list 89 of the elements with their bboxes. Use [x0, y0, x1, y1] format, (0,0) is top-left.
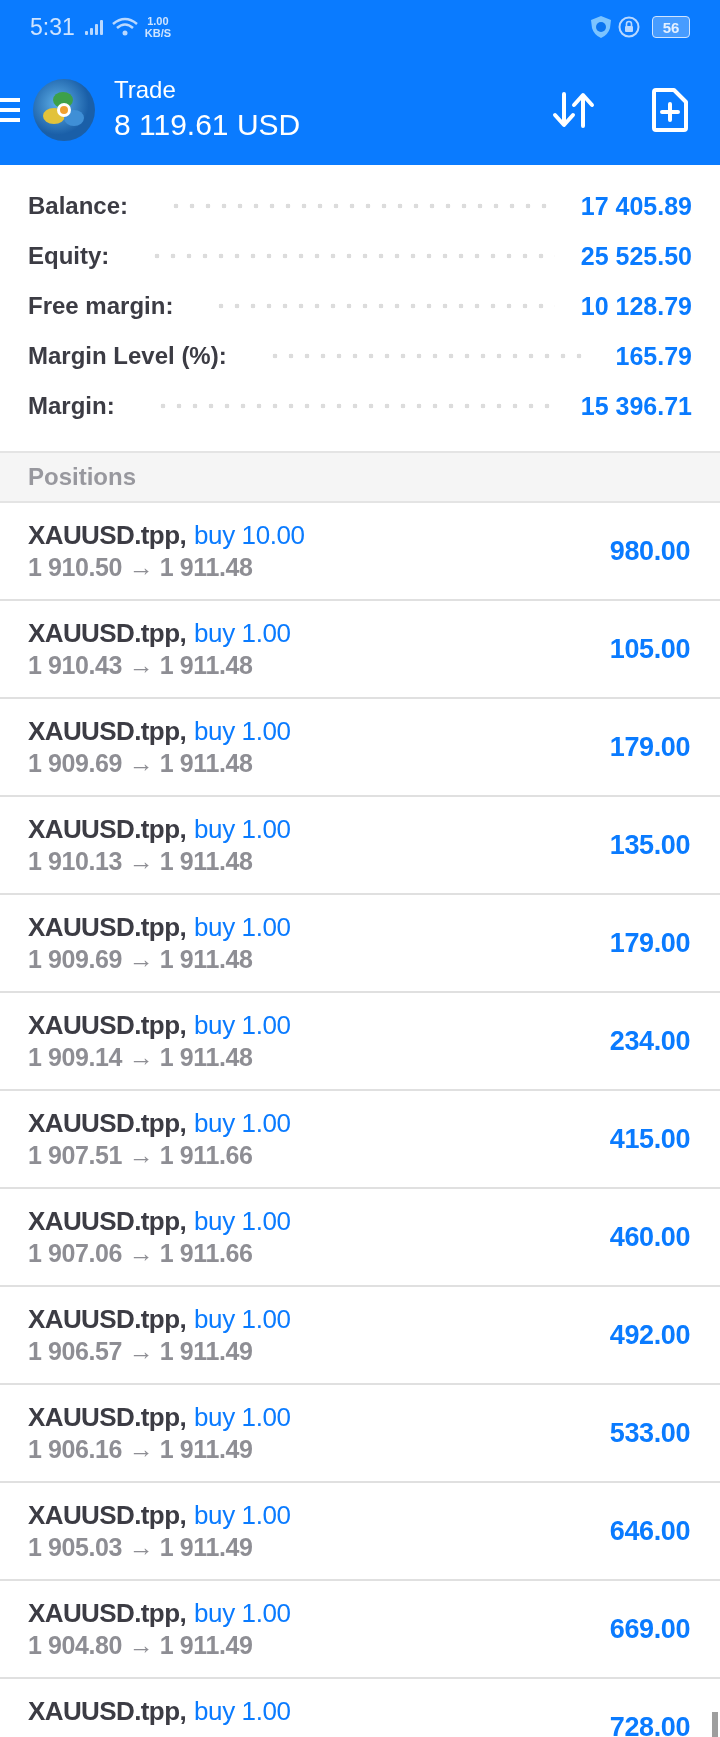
profit-value: 460.00 — [609, 1221, 690, 1253]
shield-icon — [590, 15, 612, 39]
scrollbar-icon — [712, 1712, 718, 1737]
symbol-name: XAUUSD.tpp, — [28, 1108, 187, 1139]
profit-value: 234.00 — [609, 1025, 690, 1057]
position-row[interactable]: XAUUSD.tpp, buy 1.00 1 906.57 → 1 911.49 492.00 — [0, 1287, 720, 1385]
order-type: buy 1.00 — [194, 1598, 291, 1629]
battery-icon: 56 — [652, 16, 690, 38]
position-row[interactable]: XAUUSD.tpp, buy 10.00 1 910.50 → 1 911.48 980.00 — [0, 503, 720, 601]
summary-value: 25 525.50 — [580, 241, 692, 271]
signal-icon — [84, 19, 105, 35]
wifi-icon — [110, 17, 139, 37]
position-row[interactable]: XAUUSD.tpp, buy 1.00 1 909.69 → 1 911.48 179.00 — [0, 895, 720, 993]
network-speed: 1.00 — [147, 15, 169, 27]
position-row[interactable]: XAUUSD.tpp, buy 1.00 1 910.43 → 1 911.48 105.00 — [0, 601, 720, 699]
profit-value: 492.00 — [609, 1319, 690, 1351]
price-range: 1 905.03 → 1 911.49 — [28, 1533, 254, 1562]
price-range: 1 907.51 → 1 911.66 — [28, 1141, 254, 1170]
section-title: Positions — [28, 463, 136, 491]
price-range: 1 910.13 → 1 911.48 — [28, 847, 254, 876]
symbol-name: XAUUSD.tpp, — [28, 618, 187, 649]
symbol-name: XAUUSD.tpp, — [28, 1010, 187, 1041]
symbol-name: XAUUSD.tpp, — [28, 520, 187, 551]
summary-label: Equity: — [28, 242, 110, 270]
new-order-icon[interactable] — [652, 87, 688, 132]
app-logo-icon — [32, 77, 96, 142]
screen-title: Trade — [114, 74, 177, 105]
profit-value: 669.00 — [609, 1613, 690, 1645]
symbol-name: XAUUSD.tpp, — [28, 1696, 187, 1727]
position-row[interactable]: XAUUSD.tpp, buy 1.00 1 905.03 → 1 911.49 646.00 — [0, 1483, 720, 1581]
position-row[interactable]: XAUUSD.tpp, buy 1.00 1 910.13 → 1 911.48 135.00 — [0, 797, 720, 895]
order-type: buy 1.00 — [194, 1010, 291, 1041]
sort-icon[interactable] — [552, 89, 596, 130]
price-range: 1 906.16 → 1 911.49 — [28, 1435, 254, 1464]
position-row[interactable]: XAUUSD.tpp, buy 1.00 1 909.69 → 1 911.48 179.00 — [0, 699, 720, 797]
network-unit: KB/S — [144, 27, 172, 39]
summary-value: 15 396.71 — [580, 391, 692, 421]
order-type: buy 1.00 — [194, 1108, 291, 1139]
profit-value: 415.00 — [609, 1123, 690, 1155]
position-row[interactable]: XAUUSD.tpp, buy 1.00 1 906.16 → 1 911.49 533.00 — [0, 1385, 720, 1483]
menu-icon[interactable] — [0, 97, 20, 122]
price-range: 1 910.50 → 1 911.48 — [28, 553, 254, 582]
summary-label: Free margin: — [28, 292, 174, 320]
price-range: 1 906.57 → 1 911.49 — [28, 1337, 254, 1366]
position-row[interactable]: XAUUSD.tpp, buy 1.00 1 909.14 → 1 911.48 234.00 — [0, 993, 720, 1091]
summary-value: 17 405.89 — [580, 191, 692, 221]
summary-label: Margin Level (%): — [28, 342, 227, 370]
profit-value: 105.00 — [609, 633, 690, 665]
price-range: 1 909.69 → 1 911.48 — [28, 945, 254, 974]
profit-value: 980.00 — [609, 535, 690, 567]
summary-label: Balance: — [28, 192, 129, 220]
order-type: buy 1.00 — [194, 1402, 291, 1433]
summary-label: Margin: — [28, 392, 115, 420]
profit-value: 533.00 — [609, 1417, 690, 1449]
price-range: 1 907.06 → 1 911.66 — [28, 1239, 254, 1268]
order-type: buy 1.00 — [194, 1500, 291, 1531]
summary-value: 165.79 — [615, 341, 692, 371]
order-type: buy 1.00 — [194, 912, 291, 943]
symbol-name: XAUUSD.tpp, — [28, 814, 187, 845]
symbol-name: XAUUSD.tpp, — [28, 912, 187, 943]
symbol-name: XAUUSD.tpp, — [28, 1206, 187, 1237]
order-type: buy 1.00 — [194, 1696, 291, 1727]
status-time: 5:31 — [30, 13, 75, 41]
symbol-name: XAUUSD.tpp, — [28, 1500, 187, 1531]
lock-icon — [618, 16, 640, 38]
profit-value: 728.00 — [609, 1711, 690, 1737]
summary-value: 10 128.79 — [580, 291, 692, 321]
price-range: 1 904.80 → 1 911.49 — [28, 1631, 254, 1660]
order-type: buy 1.00 — [194, 814, 291, 845]
profit-value: 179.00 — [609, 731, 690, 763]
profit-value: 646.00 — [609, 1515, 690, 1547]
order-type: buy 1.00 — [194, 1304, 291, 1335]
position-row[interactable]: XAUUSD.tpp, buy 1.00 1 907.06 → 1 911.66 460.00 — [0, 1189, 720, 1287]
symbol-name: XAUUSD.tpp, — [28, 716, 187, 747]
profit-value: 135.00 — [609, 829, 690, 861]
symbol-name: XAUUSD.tpp, — [28, 1402, 187, 1433]
symbol-name: XAUUSD.tpp, — [28, 1304, 187, 1335]
price-range: 1 909.69 → 1 911.48 — [28, 749, 254, 778]
profit-value: 179.00 — [609, 927, 690, 959]
position-row[interactable]: XAUUSD.tpp, buy 1.00 1 904.80 → 1 911.49 669.00 — [0, 1581, 720, 1679]
position-row[interactable]: XAUUSD.tpp, buy 1.00 1 907.51 → 1 911.66 415.00 — [0, 1091, 720, 1189]
order-type: buy 1.00 — [194, 1206, 291, 1237]
order-type: buy 10.00 — [194, 520, 305, 551]
price-range: 1 910.43 → 1 911.48 — [28, 651, 254, 680]
account-balance: 8 119.61 USD — [114, 106, 301, 143]
symbol-name: XAUUSD.tpp, — [28, 1598, 187, 1629]
order-type: buy 1.00 — [194, 618, 291, 649]
order-type: buy 1.00 — [194, 716, 291, 747]
price-range: 1 909.14 → 1 911.48 — [28, 1043, 254, 1072]
